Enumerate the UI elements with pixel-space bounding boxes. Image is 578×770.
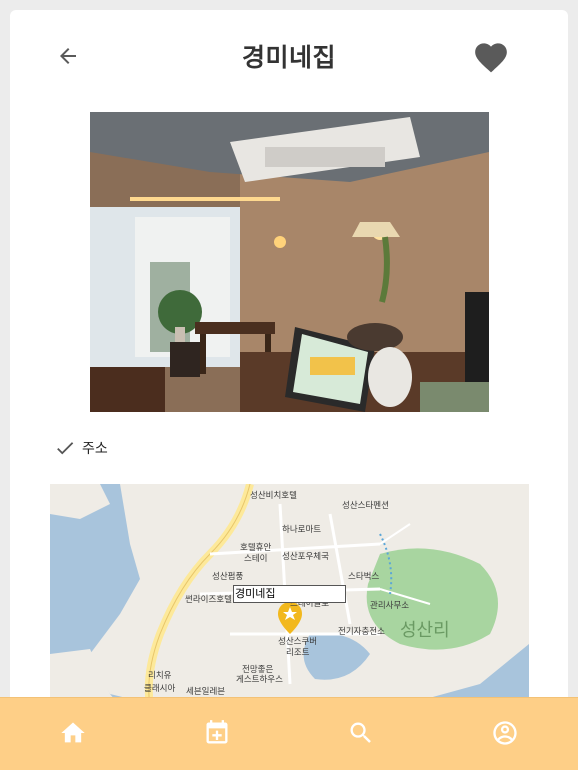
map-label: 성산스타펜션: [342, 500, 389, 511]
nav-search[interactable]: [346, 718, 376, 748]
map-label: 리치유: [148, 671, 172, 681]
map-label: 리조트: [286, 648, 310, 658]
calendar-add-icon: [206, 720, 228, 744]
address-section: 주소: [54, 436, 108, 460]
check-icon: [57, 442, 74, 455]
location-map[interactable]: 성산비치호텔 성산스타펜션 하나로마트 호텔휴안 스테이 성산포우체국 성산펌풍…: [50, 484, 529, 706]
restaurant-photo: [90, 112, 489, 412]
heart-icon: [475, 43, 507, 73]
map-label: 관리사무소: [370, 600, 409, 611]
map-label: 성산펌풍: [212, 571, 243, 582]
map-label: 스타벅스: [348, 571, 379, 582]
map-label: 클래시아: [144, 683, 175, 694]
home-icon: [61, 722, 85, 743]
map-label: 호텔휴안: [240, 542, 271, 553]
map-label: 하나로마트: [282, 524, 321, 535]
favorite-button[interactable]: [472, 38, 510, 74]
search-icon: [350, 722, 371, 743]
map-label: 성산리: [400, 620, 450, 641]
detail-card: 경미네집 주소 성산비치호텔 성산스타펜션 하나로마트 호텔휴안 스테이 성산포…: [10, 10, 568, 769]
bottom-nav: [0, 697, 578, 770]
map-label: 썬라이즈호텔: [185, 594, 232, 605]
map-label: 스테이: [244, 553, 267, 564]
nav-home[interactable]: [58, 718, 88, 748]
map-label: 전기자충전소: [338, 626, 385, 637]
header: 경미네집: [10, 10, 568, 102]
map-label: 성산포우체국: [282, 551, 329, 562]
map-label: 전망좋은: [242, 664, 273, 675]
map-marker-label: 경미네집: [233, 585, 346, 603]
nav-calendar[interactable]: [202, 718, 232, 748]
address-label: 주소: [82, 441, 108, 457]
map-label: 성산스쿠버: [278, 636, 317, 647]
nav-account[interactable]: [490, 718, 520, 748]
map-label: 세븐일레븐: [186, 687, 225, 697]
account-icon: [493, 721, 517, 745]
map-label: 성산비치호텔: [250, 490, 297, 501]
map-label: 게스트하우스: [236, 674, 283, 685]
